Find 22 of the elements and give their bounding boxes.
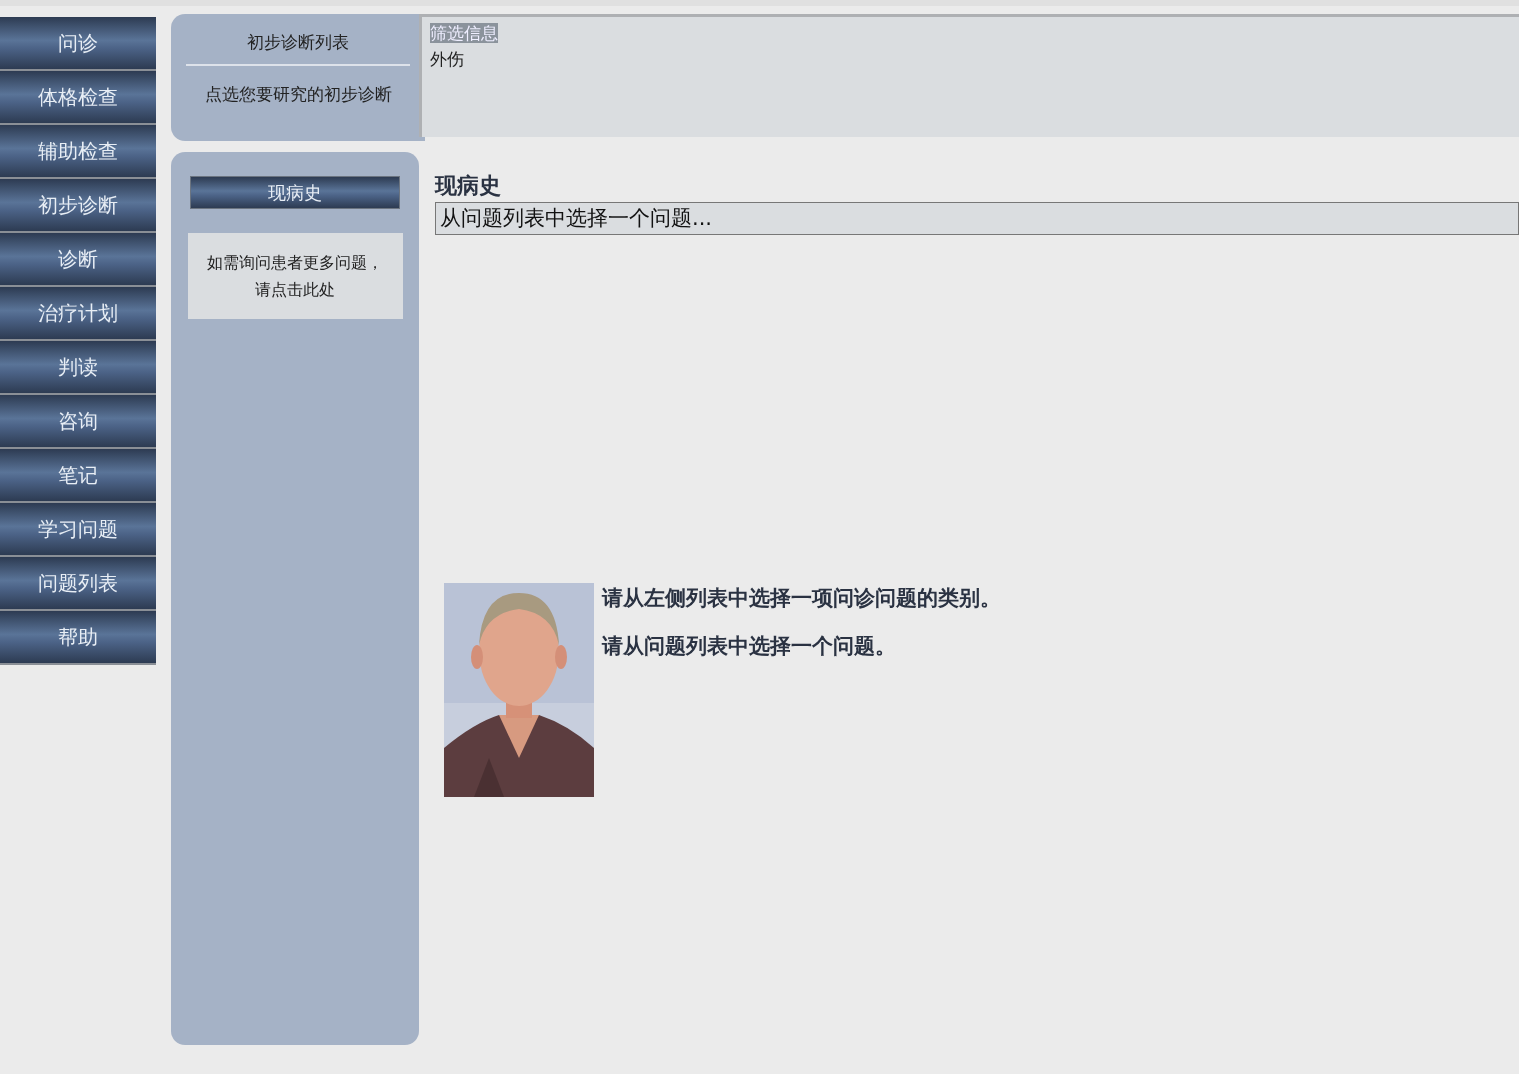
nav-button[interactable]: 辅助检查 bbox=[0, 125, 156, 179]
section-heading: 现病史 bbox=[435, 172, 502, 200]
panel-hint: 点选您要研究的初步诊断 bbox=[203, 82, 393, 106]
nav-button[interactable]: 问题列表 bbox=[0, 557, 156, 611]
nav-button[interactable]: 咨询 bbox=[0, 395, 156, 449]
question-select[interactable]: 从问题列表中选择一个问题... bbox=[435, 202, 1519, 235]
nav-button[interactable]: 初步诊断 bbox=[0, 179, 156, 233]
nav-button[interactable]: 问诊 bbox=[0, 17, 156, 71]
nav-button[interactable]: 治疗计划 bbox=[0, 287, 156, 341]
more-questions-link[interactable]: 如需询问患者更多问题，请点击此处 bbox=[187, 233, 403, 319]
nav-button[interactable]: 学习问题 bbox=[0, 503, 156, 557]
instruction-text: 请从左侧列表中选择一项问诊问题的类别。 bbox=[602, 585, 1001, 612]
nav-button[interactable]: 体格检查 bbox=[0, 71, 156, 125]
filter-title: 筛选信息 bbox=[430, 23, 498, 43]
nav-button[interactable]: 笔记 bbox=[0, 449, 156, 503]
nav-button[interactable]: 诊断 bbox=[0, 233, 156, 287]
category-button[interactable]: 现病史 bbox=[190, 176, 400, 209]
nav-button[interactable]: 帮助 bbox=[0, 611, 156, 665]
panel-title: 初步诊断列表 bbox=[246, 31, 350, 54]
instruction-text: 请从问题列表中选择一个问题。 bbox=[602, 632, 897, 660]
filter-item[interactable]: 外伤 bbox=[430, 46, 1511, 72]
nav-button[interactable]: 判读 bbox=[0, 341, 156, 395]
